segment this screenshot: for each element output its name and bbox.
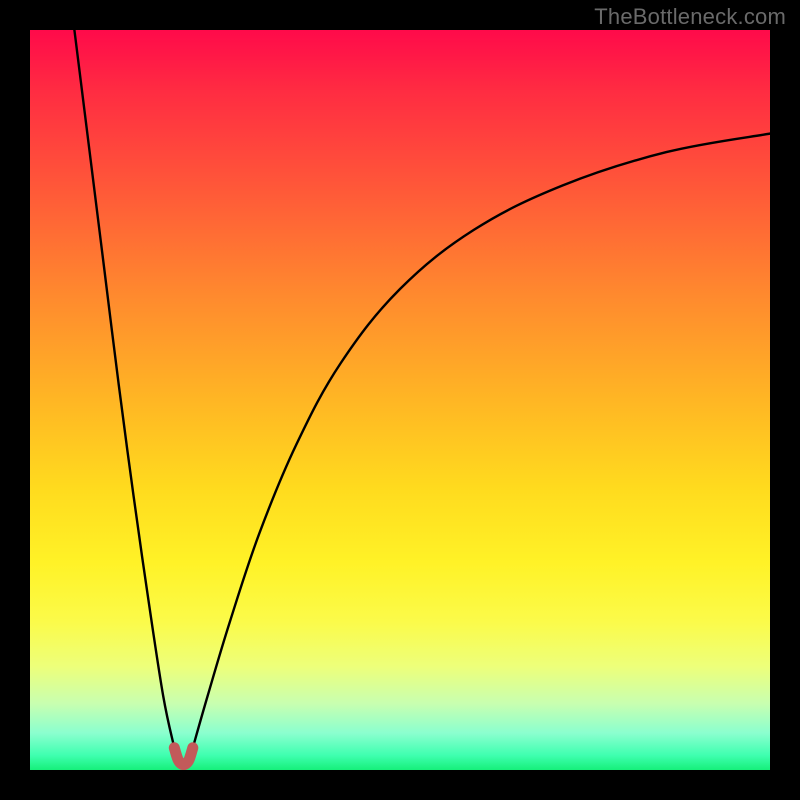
watermark-text: TheBottleneck.com [594,4,786,30]
left-branch-curve [74,30,174,748]
curve-layer [30,30,770,770]
right-branch-curve [193,134,770,748]
chart-frame: TheBottleneck.com [0,0,800,800]
plot-area [30,30,770,770]
minimum-marker [174,748,193,765]
